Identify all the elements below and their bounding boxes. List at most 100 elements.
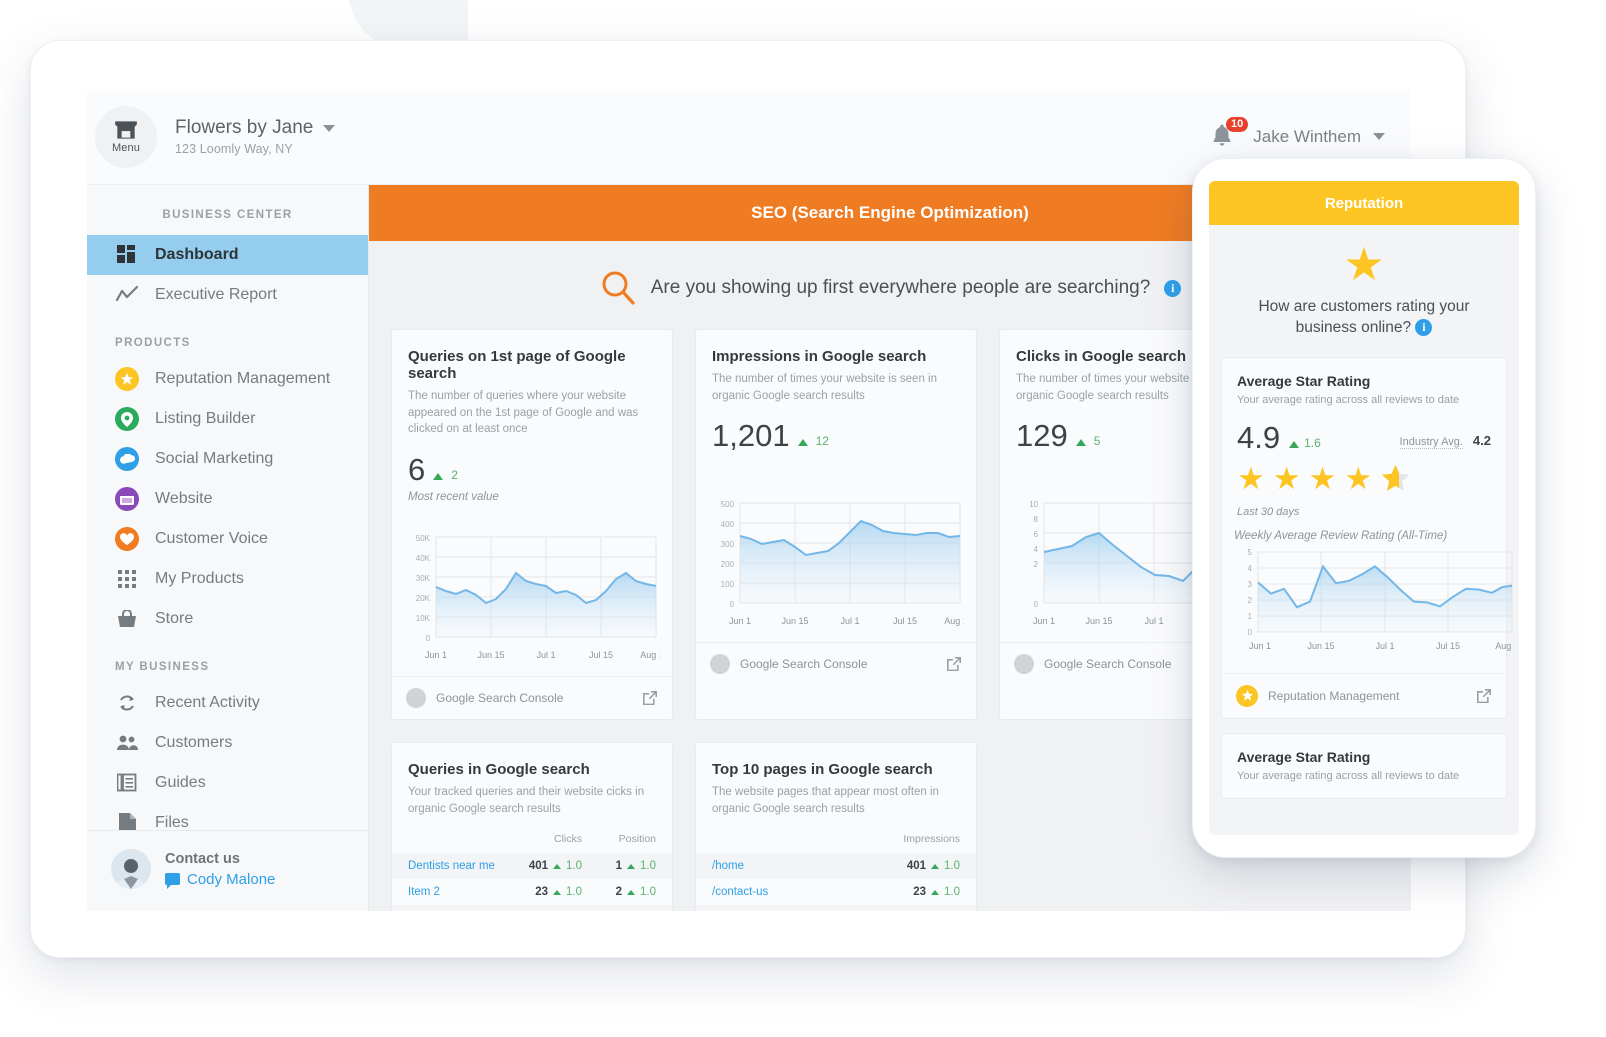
card-description: Your average rating across all reviews t…	[1237, 393, 1460, 406]
table-row[interactable]: /contact-us 23 1.0	[696, 879, 976, 905]
svg-text:6: 6	[1034, 530, 1039, 539]
industry-average-label: Industry Avg.	[1399, 435, 1463, 449]
svg-text:Jul 15: Jul 15	[1436, 641, 1460, 651]
contact-title: Contact us	[165, 850, 240, 867]
phone-card-average-star-rating: Average Star Rating Your average rating …	[1221, 356, 1519, 719]
sidebar-item-files[interactable]: Files	[87, 803, 368, 830]
metric-value: 129	[1016, 418, 1068, 454]
column-header-impressions: Impressions	[903, 833, 960, 846]
business-selector[interactable]: Flowers by Jane 123 Loomly Way, NY	[175, 117, 336, 156]
phone-card-footer: Reputation Management	[1222, 672, 1506, 718]
card-description: Your tracked queries and their website c…	[408, 786, 645, 815]
sidebar-item-store[interactable]: Store	[87, 599, 368, 639]
notification-count-badge: 10	[1226, 116, 1249, 132]
row-name[interactable]: /contact-us	[712, 886, 864, 898]
row-position-change: 1.0	[640, 886, 656, 899]
support-agent-avatar	[111, 849, 151, 889]
chart-queries-1st-page: 50K 40K 30K 20K 10K 0 Jun 1 Jun 15 Jul 1…	[392, 503, 672, 676]
phone-hero-label: How are customers rating your business o…	[1258, 298, 1470, 336]
chart-impressions: 500 400 300 200 100 0 Jun 1 Jun 15 Jul 1…	[696, 469, 976, 642]
store-icon	[115, 121, 137, 139]
user-menu[interactable]: Jake Winthem	[1253, 127, 1385, 147]
row-name[interactable]: /home	[712, 860, 864, 872]
menu-label: Menu	[112, 142, 140, 154]
trend-up-icon	[1075, 439, 1086, 447]
sidebar-section-business-center: BUSINESS CENTER	[162, 209, 293, 221]
sidebar-item-listing-builder[interactable]: Listing Builder	[87, 399, 368, 439]
sidebar-item-executive-report[interactable]: Executive Report	[87, 275, 368, 315]
phone-screen: Reputation ★ How are customers rating yo…	[1209, 181, 1519, 835]
trend-up-icon	[627, 863, 635, 869]
row-impressions: 401	[906, 860, 926, 873]
sidebar-item-social-marketing[interactable]: Social Marketing	[87, 439, 368, 479]
sidebar-item-customers[interactable]: Customers	[87, 723, 368, 763]
table-header: Clicks Position	[392, 817, 672, 853]
svg-text:Jun 1: Jun 1	[729, 616, 751, 626]
table-row[interactable]: Item 3 731.0 11.0	[392, 905, 672, 911]
sidebar-item-label: Recent Activity	[155, 694, 260, 711]
table-body: Dentists near me 401 1.0 1 1.0 Item 2 23 1.…	[392, 853, 672, 911]
table-row[interactable]: /home 401 1.0	[696, 853, 976, 880]
trend-up-icon	[931, 889, 939, 895]
svg-text:2: 2	[1034, 560, 1039, 569]
table-row[interactable]: /services/emergency 731.0	[696, 905, 976, 911]
sidebar-item-my-products[interactable]: My Products	[87, 559, 368, 599]
chat-bubble-icon	[165, 873, 180, 889]
card-footnote: Most recent value	[408, 491, 499, 504]
menu-button[interactable]: Menu	[95, 105, 157, 168]
svg-text:300: 300	[721, 540, 735, 549]
file-icon	[115, 811, 139, 830]
sidebar-item-recent-activity[interactable]: Recent Activity	[87, 683, 368, 723]
star-icon: ★	[1308, 460, 1337, 496]
sidebar-item-label: Customers	[155, 734, 233, 751]
row-name[interactable]: Dentists near me	[408, 860, 508, 872]
svg-text:100: 100	[721, 580, 735, 589]
info-icon[interactable]: i	[1415, 318, 1433, 336]
map-pin-circle-icon	[115, 407, 139, 431]
contact-agent[interactable]: Cody Malone	[165, 871, 275, 889]
top-bar-right: 10 Jake Winthem	[1209, 116, 1411, 152]
sidebar-item-label: Files	[155, 814, 189, 830]
sidebar-item-label: Social Marketing	[155, 450, 274, 467]
rating-delta: 1.6	[1304, 435, 1321, 450]
card-description: Your average rating across all reviews t…	[1237, 769, 1460, 782]
external-link-icon[interactable]	[1476, 688, 1492, 704]
svg-text:Aug 1: Aug 1	[944, 616, 964, 626]
sidebar-item-customer-voice[interactable]: Customer Voice	[87, 519, 368, 559]
info-icon[interactable]: i	[1164, 279, 1182, 297]
phone-section-header: Reputation	[1209, 181, 1519, 225]
business-name: Flowers by Jane	[175, 117, 314, 138]
sidebar-item-reputation-management[interactable]: Reputation Management	[87, 359, 368, 399]
star-icon: ★	[1237, 460, 1265, 496]
metric-value: 6	[408, 452, 426, 488]
card-footnote	[712, 457, 960, 469]
notifications-button[interactable]: 10	[1209, 116, 1249, 152]
sidebar-item-guides[interactable]: Guides	[87, 763, 368, 803]
dashboard-grid-icon	[115, 243, 139, 267]
external-link-icon[interactable]	[642, 690, 658, 706]
star-rating-display: ★ ★ ★ ★	[1237, 463, 1491, 498]
metric-card-queries-1st-page: Queries on 1st page of Google search The…	[391, 329, 673, 721]
sidebar-item-website[interactable]: Website	[87, 479, 368, 519]
star-half-icon	[1380, 463, 1411, 498]
svg-text:2: 2	[1248, 596, 1253, 605]
phone-footer-label: Reputation Management	[1268, 688, 1400, 703]
svg-text:Aug 1: Aug 1	[1495, 641, 1514, 651]
table-row[interactable]: Dentists near me 401 1.0 1 1.0	[392, 853, 672, 880]
table-row[interactable]: Item 2 23 1.0 2 1.0	[392, 879, 672, 905]
svg-text:Jun 15: Jun 15	[781, 616, 808, 626]
external-link-icon[interactable]	[946, 656, 962, 672]
svg-text:0: 0	[426, 634, 431, 643]
metric-value: 1,201	[712, 418, 790, 454]
svg-text:10K: 10K	[416, 614, 431, 623]
contact-us-block[interactable]: Contact us Cody Malone	[87, 830, 368, 911]
svg-text:8: 8	[1034, 515, 1039, 524]
star-circle-icon	[115, 367, 139, 391]
row-name[interactable]: Item 2	[408, 886, 508, 898]
row-position: 2	[615, 886, 622, 899]
column-header-position: Position	[618, 833, 656, 846]
sidebar-item-dashboard[interactable]: Dashboard	[87, 235, 368, 275]
svg-text:400: 400	[721, 520, 735, 529]
book-icon	[115, 771, 139, 795]
star-icon: ★	[1272, 460, 1301, 496]
